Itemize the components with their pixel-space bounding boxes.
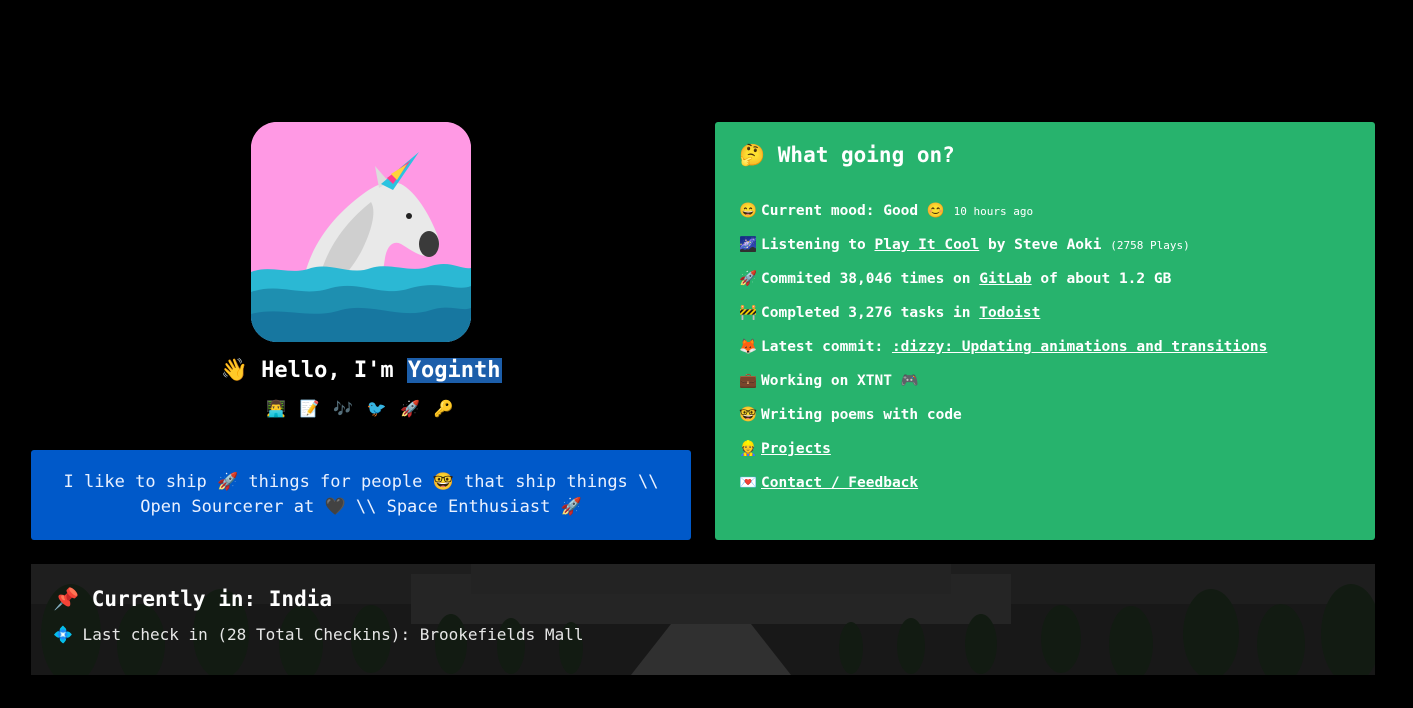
status-title: 🤔 What going on?: [739, 143, 955, 167]
bio-line-1: I like to ship 🚀 things for people 🤓 tha…: [63, 472, 659, 492]
commits-text: Commited 38,046 times on: [761, 271, 980, 287]
status-item-poems: 🤓 Writing poems with code: [739, 404, 1351, 438]
location-content: 📌 Currently in: India 💠 Last check in (2…: [31, 564, 1375, 666]
briefcase-icon: 💼: [739, 373, 758, 389]
status-item-contact: 💌 Contact / Feedback: [739, 472, 1351, 506]
status-item-tasks: 🚧 Completed 3,276 tasks in Todoist: [739, 302, 1351, 336]
commits-size: of about 1.2 GB: [1031, 271, 1172, 287]
user-name: Yoginth: [406, 358, 502, 383]
love-letter-icon: 💌: [739, 475, 758, 491]
listening-prefix: Listening to: [761, 237, 875, 253]
status-item-listening: 🌌 Listening to Play It Cool by Steve Aoki…: [739, 234, 1351, 268]
greeting-prefix: 👋 Hello, I'm: [220, 358, 407, 383]
construction-worker-icon: 👷: [739, 441, 758, 457]
rocket-icon: 🚀: [739, 271, 758, 287]
latest-commit-link[interactable]: :dizzy: Updating animations and transiti…: [892, 339, 1267, 355]
mood-time: 10 hours ago: [953, 205, 1034, 218]
nerd-face-icon: 🤓: [739, 407, 758, 423]
bio-card: I like to ship 🚀 things for people 🤓 tha…: [31, 450, 691, 540]
grinning-face-icon: 😄: [739, 203, 758, 219]
mood-text: Current mood: Good 😊: [761, 203, 954, 219]
working-text: Working on XTNT 🎮: [761, 373, 919, 389]
location-title: 📌 Currently in: India: [53, 587, 333, 611]
status-list: 😄 Current mood: Good 😊 10 hours ago 🌌 List…: [739, 200, 1351, 506]
avatar: [251, 122, 471, 342]
todoist-link[interactable]: Todoist: [979, 305, 1040, 321]
tasks-text: Completed 3,276 tasks in: [761, 305, 980, 321]
bio-line-2: Open Sourcerer at 🖤 \\ Space Enthusiast …: [140, 497, 582, 517]
gitlab-link[interactable]: GitLab: [979, 271, 1031, 287]
profile-section: 👋 Hello, I'm Yoginth 👨‍💻 📝 🎶 🐦 🚀 🔑: [31, 122, 691, 420]
status-item-latest-commit: 🦊 Latest commit: :dizzy: Updating animati…: [739, 336, 1351, 370]
unicorn-avatar-image: [251, 122, 471, 342]
page: 👋 Hello, I'm Yoginth 👨‍💻 📝 🎶 🐦 🚀 🔑 I lik…: [0, 0, 1413, 708]
play-count: (2758 Plays): [1110, 239, 1190, 252]
construction-icon: 🚧: [739, 305, 758, 321]
emoji-row: 👨‍💻 📝 🎶 🐦 🚀 🔑: [266, 399, 456, 418]
poems-text: Writing poems with code: [761, 407, 962, 423]
status-item-projects: 👷 Projects: [739, 438, 1351, 472]
latest-commit-label: Latest commit:: [761, 339, 892, 355]
status-item-mood: 😄 Current mood: Good 😊 10 hours ago: [739, 200, 1351, 234]
status-item-commits: 🚀 Commited 38,046 times on GitLab of abou…: [739, 268, 1351, 302]
location-card: 📌 Currently in: India 💠 Last check in (2…: [31, 564, 1375, 675]
location-checkin: 💠 Last check in (28 Total Checkins): Bro…: [53, 625, 584, 644]
night-sky-icon: 🌌: [739, 237, 758, 253]
fox-icon: 🦊: [739, 339, 758, 355]
status-item-working: 💼 Working on XTNT 🎮: [739, 370, 1351, 404]
status-card: 🤔 What going on? 😄 Current mood: Good 😊 1…: [715, 122, 1375, 540]
greeting-heading: 👋 Hello, I'm Yoginth: [31, 356, 691, 386]
projects-link[interactable]: Projects: [761, 441, 831, 457]
artist-text: by Steve Aoki: [979, 237, 1111, 253]
track-link[interactable]: Play It Cool: [875, 237, 980, 253]
contact-feedback-link[interactable]: Contact / Feedback: [761, 475, 918, 491]
